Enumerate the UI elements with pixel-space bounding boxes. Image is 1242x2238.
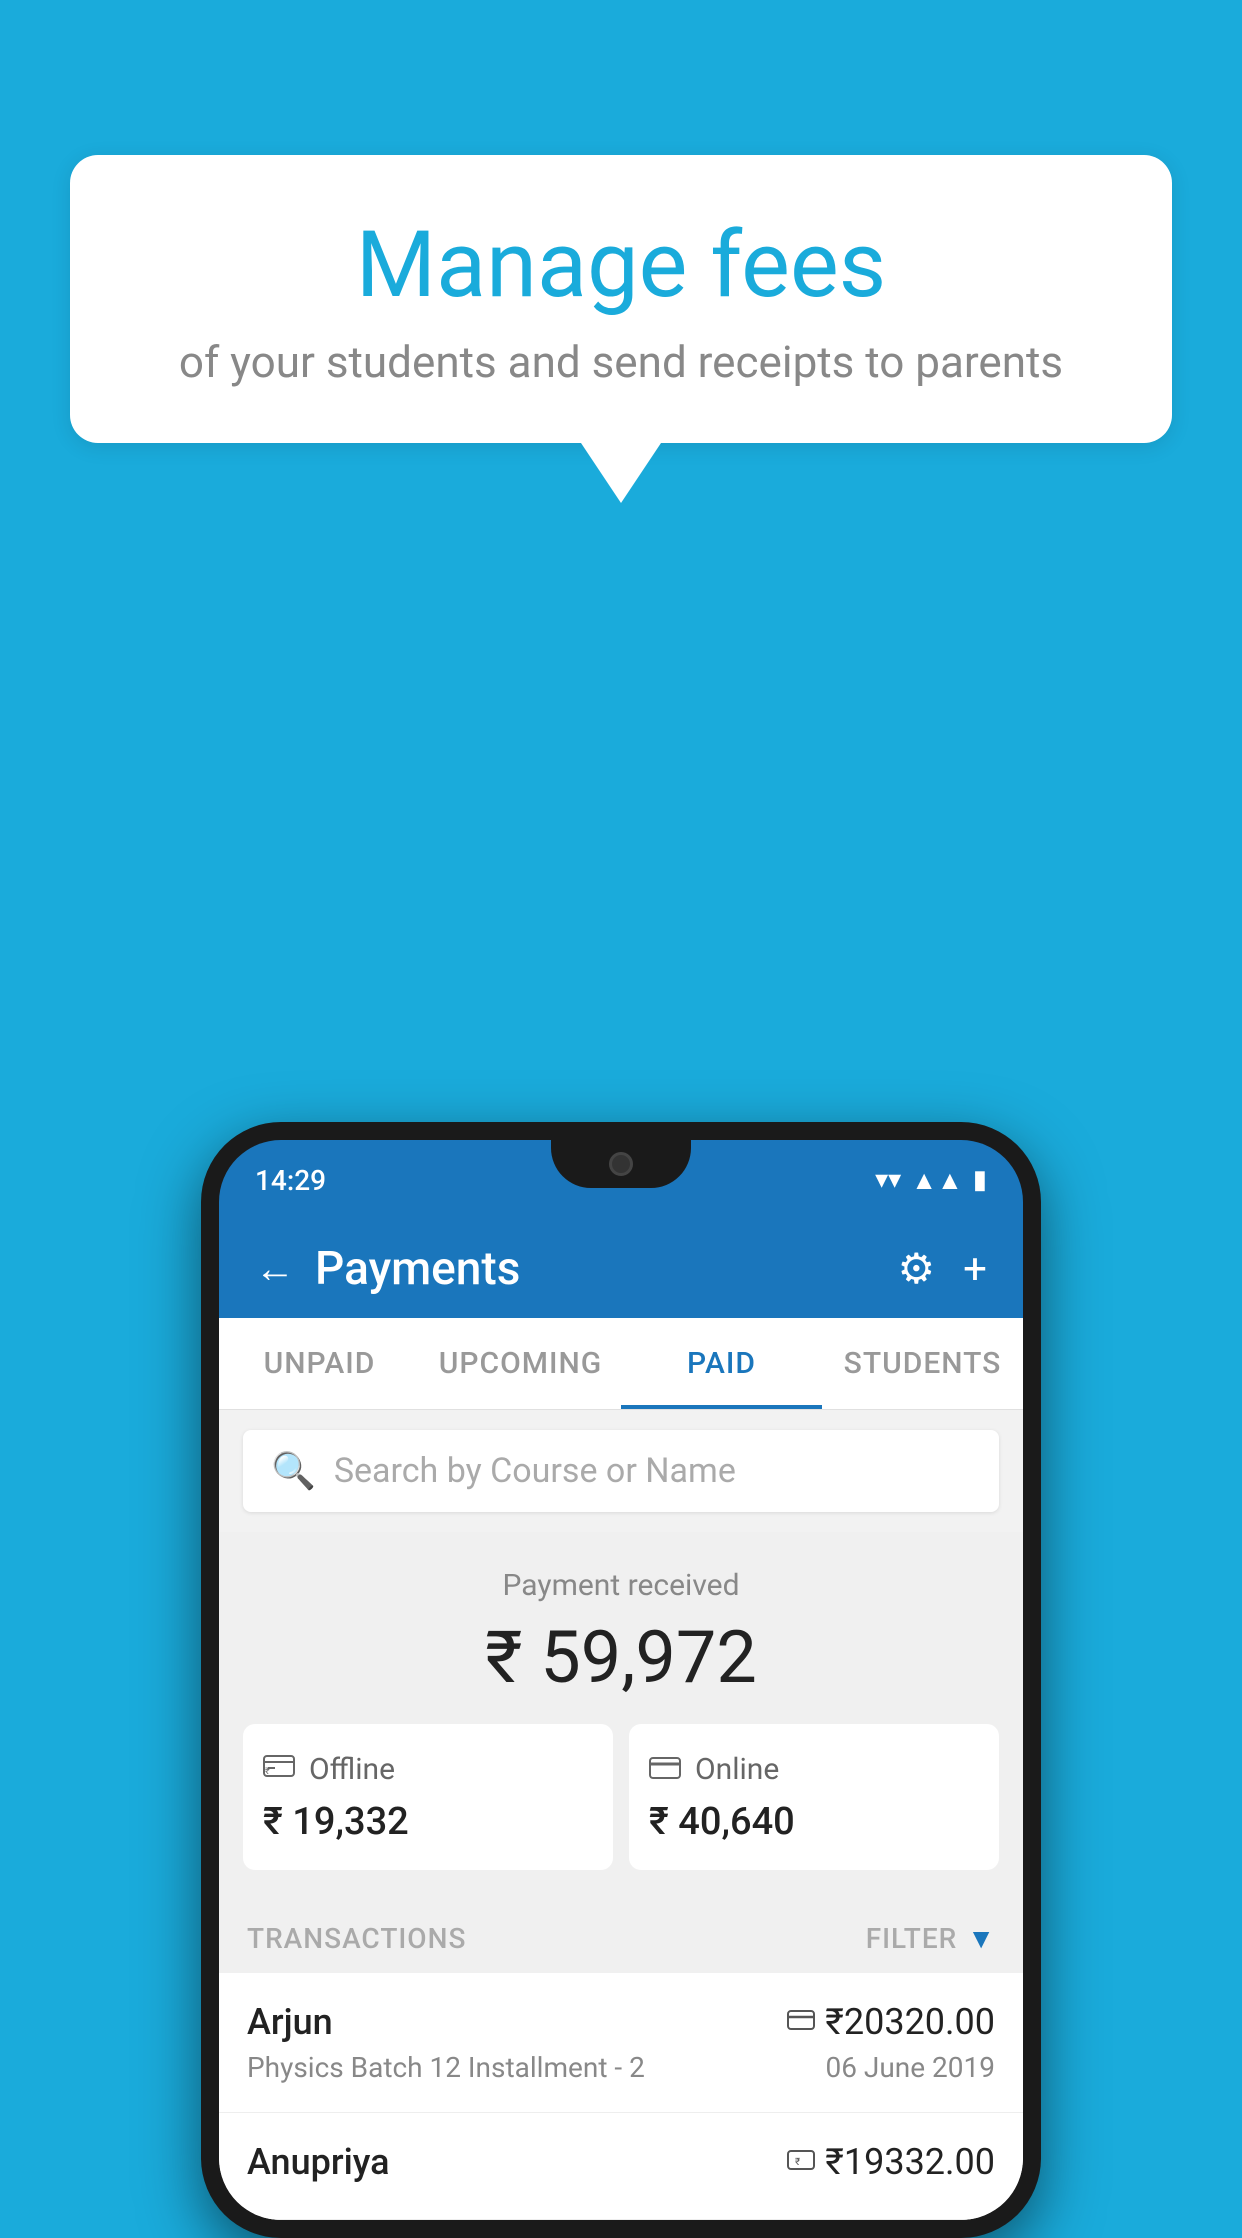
offline-card: ₹ Offline ₹ 19,332	[243, 1724, 613, 1870]
status-time: 14:29	[255, 1164, 326, 1197]
app-header: ← Payments ⚙ +	[219, 1220, 1023, 1318]
online-card-header: Online	[649, 1750, 779, 1788]
status-bar: 14:29 ▾▾ ▲▲ ▮	[219, 1140, 1023, 1220]
filter-label: FILTER	[866, 1922, 958, 1955]
add-button[interactable]: +	[963, 1245, 987, 1294]
header-title: Payments	[315, 1242, 520, 1296]
header-right: ⚙ +	[898, 1244, 988, 1294]
tab-students[interactable]: STUDENTS	[822, 1318, 1023, 1409]
payment-received-label: Payment received	[243, 1568, 999, 1603]
online-card: Online ₹ 40,640	[629, 1724, 999, 1870]
transaction-top: Anupriya ₹ ₹19332.00	[247, 2141, 995, 2183]
svg-text:₹: ₹	[795, 2157, 800, 2168]
online-label: Online	[695, 1752, 779, 1787]
phone-mockup: 14:29 ▾▾ ▲▲ ▮ ← Payments ⚙ +	[201, 1122, 1041, 2238]
signal-icon: ▲▲	[911, 1165, 962, 1196]
phone-notch	[551, 1140, 691, 1188]
transaction-row[interactable]: Arjun ₹20320.00 Physics Batch 12 Install…	[219, 1973, 1023, 2113]
transactions-header: TRANSACTIONS FILTER ▼	[219, 1898, 1023, 1973]
transaction-desc: Physics Batch 12 Installment - 2	[247, 2051, 645, 2084]
header-left: ← Payments	[255, 1242, 520, 1296]
offline-card-header: ₹ Offline	[263, 1750, 395, 1788]
svg-text:₹: ₹	[265, 1767, 270, 1777]
transaction-date: 06 June 2019	[825, 2051, 995, 2084]
payment-cards: ₹ Offline ₹ 19,332	[243, 1724, 999, 1870]
battery-icon: ▮	[973, 1165, 987, 1195]
transaction-bottom: Physics Batch 12 Installment - 2 06 June…	[247, 2051, 995, 2084]
tab-paid[interactable]: PAID	[621, 1318, 822, 1409]
card-payment-icon	[787, 2006, 815, 2039]
transaction-name: Arjun	[247, 2001, 333, 2043]
online-amount: ₹ 40,640	[649, 1800, 795, 1844]
transaction-amount-area: ₹20320.00	[787, 2001, 995, 2043]
online-icon	[649, 1750, 681, 1788]
transactions-label: TRANSACTIONS	[247, 1922, 466, 1955]
status-icons: ▾▾ ▲▲ ▮	[875, 1165, 987, 1196]
filter-icon: ▼	[967, 1922, 995, 1955]
manage-fees-subtitle: of your students and send receipts to pa…	[130, 336, 1112, 388]
search-bar[interactable]: 🔍 Search by Course or Name	[243, 1430, 999, 1512]
speech-bubble-section: Manage fees of your students and send re…	[70, 155, 1172, 503]
filter-area[interactable]: FILTER ▼	[866, 1922, 995, 1955]
transaction-amount: ₹19332.00	[825, 2141, 995, 2183]
payment-summary: Payment received ₹ 59,972 ₹	[219, 1532, 1023, 1898]
wifi-icon: ▾▾	[875, 1165, 901, 1195]
speech-bubble: Manage fees of your students and send re…	[70, 155, 1172, 443]
offline-icon: ₹	[263, 1750, 295, 1788]
transaction-name: Anupriya	[247, 2141, 390, 2183]
cash-payment-icon: ₹	[787, 2146, 815, 2179]
speech-bubble-arrow	[581, 443, 661, 503]
front-camera	[609, 1152, 633, 1176]
tabs-bar: UNPAID UPCOMING PAID STUDENTS	[219, 1318, 1023, 1410]
transaction-amount-area: ₹ ₹19332.00	[787, 2141, 995, 2183]
transaction-row[interactable]: Anupriya ₹ ₹19332.00	[219, 2113, 1023, 2220]
transaction-top: Arjun ₹20320.00	[247, 2001, 995, 2043]
phone-frame: 14:29 ▾▾ ▲▲ ▮ ← Payments ⚙ +	[201, 1122, 1041, 2238]
settings-icon[interactable]: ⚙	[898, 1244, 936, 1294]
offline-amount: ₹ 19,332	[263, 1800, 409, 1844]
manage-fees-title: Manage fees	[130, 215, 1112, 316]
offline-label: Offline	[309, 1752, 395, 1787]
tab-unpaid[interactable]: UNPAID	[219, 1318, 420, 1409]
search-placeholder: Search by Course or Name	[334, 1451, 736, 1491]
back-button[interactable]: ←	[255, 1249, 295, 1289]
tab-upcoming[interactable]: UPCOMING	[420, 1318, 621, 1409]
search-icon: 🔍	[271, 1450, 316, 1492]
payment-amount: ₹ 59,972	[243, 1615, 999, 1700]
transaction-amount: ₹20320.00	[825, 2001, 995, 2043]
phone-screen: ← Payments ⚙ + UNPAID UPCOMING PAID STUD…	[219, 1220, 1023, 2220]
